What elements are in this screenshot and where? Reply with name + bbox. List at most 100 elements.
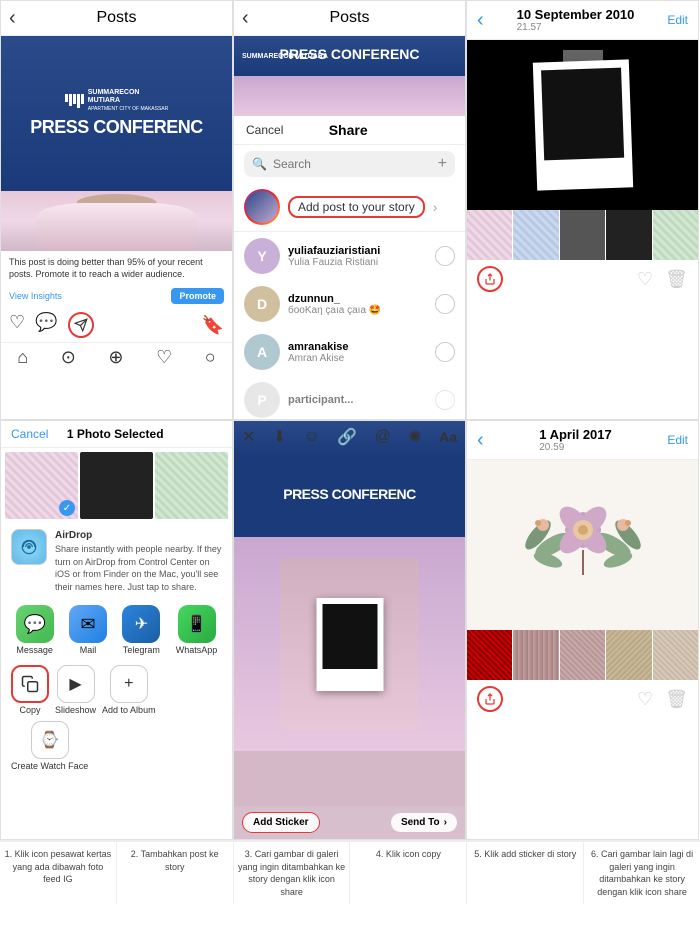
add-sticker-button[interactable]: Add Sticker (242, 812, 320, 833)
flower-illustration (523, 495, 643, 595)
caption-row: 1. Klik icon pesawat kertas yang ada dib… (0, 840, 700, 904)
story-conf-text: PRESS CONFERENC (283, 486, 416, 502)
post-image: SUMMARECONMUTIARAAPARTMENT CITY OF MAKAS… (1, 36, 232, 191)
send-to-button[interactable]: Send To › (391, 813, 457, 832)
heart-icon-panel3[interactable]: ♡ (637, 269, 653, 290)
trash-icon-panel3[interactable]: 🗑 (665, 269, 688, 290)
user-avatar-3: P (244, 382, 280, 418)
app-whatsapp[interactable]: 📱 WhatsApp (176, 605, 218, 655)
comment-icon[interactable]: 💬 (35, 312, 57, 338)
airdrop-row: AirDrop Share instantly with people near… (1, 523, 232, 599)
close-icon-story[interactable]: ✕ (242, 427, 255, 447)
share-bar: Cancel Share (234, 116, 465, 145)
airdrop-desc: Share instantly with people nearby. If t… (55, 544, 221, 592)
bookmark-icon[interactable]: 🔖 (202, 315, 224, 336)
panel6-thumb-5[interactable] (653, 630, 698, 680)
panel6-thumb-3[interactable] (560, 630, 605, 680)
search-row[interactable]: 🔍 + (244, 151, 455, 177)
panel3-date-sub: 21.57 (517, 22, 635, 33)
airdrop-icon (11, 529, 47, 565)
logo-bar (65, 94, 68, 102)
slideshow-item[interactable]: ▶ Slideshow (55, 665, 96, 715)
panel6-thumb-4[interactable] (606, 630, 651, 680)
add-icon[interactable]: ⊕ (108, 347, 123, 368)
thumbnail-5[interactable] (653, 210, 698, 260)
panel6-thumb-2[interactable] (513, 630, 558, 680)
back-icon-panel3[interactable]: ‹ (477, 9, 484, 32)
cancel-button-panel2[interactable]: Cancel (246, 123, 283, 137)
share-circle-icon-panel6[interactable] (477, 686, 503, 712)
search-nav-icon[interactable]: ⊙ (61, 347, 76, 368)
user-check-3[interactable] (435, 390, 455, 410)
user-info-1: dzunnun_ бооKaη çaıa çaıa 🤩 (288, 293, 427, 316)
share-icon[interactable] (68, 312, 94, 338)
app-message[interactable]: 💬 Message (16, 605, 54, 655)
search-input[interactable] (273, 157, 432, 171)
text-aa-icon[interactable]: Aa (439, 429, 457, 445)
photo-item-2[interactable] (80, 452, 153, 519)
panel6-thumb-1[interactable] (467, 630, 512, 680)
back-icon-panel1[interactable]: ‹ (9, 7, 16, 30)
app-telegram[interactable]: ✈ Telegram (122, 605, 160, 655)
message-app-icon[interactable]: 💬 (16, 605, 54, 643)
user-check-2[interactable] (435, 342, 455, 362)
panel3-header: ‹ 10 September 2010 21.57 Edit (467, 1, 698, 40)
promote-button[interactable]: Promote (171, 288, 224, 304)
add-story-row[interactable]: Add post to your story › (234, 183, 465, 232)
gif-icon-story[interactable]: ✺ (408, 427, 421, 447)
copy-icon[interactable] (11, 665, 49, 703)
profile-icon[interactable]: ○ (205, 347, 216, 368)
photo-item-1[interactable] (5, 452, 78, 519)
thumbnail-4[interactable] (606, 210, 651, 260)
user-check-0[interactable] (435, 246, 455, 266)
view-insights-link[interactable]: View Insights (9, 291, 62, 301)
photo-frame-inner (541, 68, 624, 161)
edit-button-panel6[interactable]: Edit (667, 433, 688, 447)
trash-icon-panel6[interactable]: 🗑 (665, 689, 688, 710)
add-icon-search[interactable]: + (438, 155, 447, 173)
user-sub-2: Amran Akise (288, 353, 427, 364)
bottom-actions-row: Copy ▶ Slideshow + Add to Album ⌚ Create… (1, 661, 232, 777)
album-item[interactable]: + Add to Album (102, 665, 156, 715)
like-nav-icon[interactable]: ♡ (156, 347, 172, 368)
heart-icon-panel6[interactable]: ♡ (637, 689, 653, 710)
panel-gallery-1: ‹ 10 September 2010 21.57 Edit ♡ 🗑 (466, 0, 699, 420)
whatsapp-app-icon[interactable]: 📱 (178, 605, 216, 643)
app-mail[interactable]: ✉ Mail (69, 605, 107, 655)
story-bg-image: PRESS CONFERENC (234, 421, 465, 751)
cancel-button-panel4[interactable]: Cancel (11, 427, 48, 441)
panel-airdrop: Cancel 1 Photo Selected AirDrop Share in… (0, 420, 233, 840)
home-icon[interactable]: ⌂ (17, 347, 28, 368)
link-icon-story[interactable]: 🔗 (337, 427, 357, 447)
panel6-date-sub: 20.59 (539, 442, 612, 453)
panel2-header: ‹ Posts (234, 1, 465, 36)
copy-item[interactable]: Copy (11, 665, 49, 715)
telegram-app-icon[interactable]: ✈ (122, 605, 160, 643)
mention-icon-story[interactable]: @ (375, 428, 391, 446)
emoji-icon-story[interactable]: ☺ (304, 428, 320, 446)
user-name-2: amranakise (288, 341, 427, 353)
flower-display-area (467, 460, 698, 630)
share-circle-icon[interactable] (477, 266, 503, 292)
share-title: Share (329, 122, 368, 138)
back-icon-panel2[interactable]: ‹ (242, 7, 249, 30)
user-check-1[interactable] (435, 294, 455, 314)
watchface-item[interactable]: ⌚ Create Watch Face (11, 721, 88, 771)
album-icon[interactable]: + (110, 665, 148, 703)
edit-button-panel3[interactable]: Edit (667, 13, 688, 27)
slideshow-icon[interactable]: ▶ (57, 665, 95, 703)
airdrop-text: AirDrop Share instantly with people near… (55, 529, 222, 593)
thumbnail-3[interactable] (560, 210, 605, 260)
watchface-icon[interactable]: ⌚ (31, 721, 69, 759)
thumbnail-2[interactable] (513, 210, 558, 260)
panel6-date-title: 1 April 2017 (539, 427, 612, 442)
caption-1: 1. Klik icon pesawat kertas yang ada dib… (0, 841, 117, 904)
mail-app-icon[interactable]: ✉ (69, 605, 107, 643)
app-grid: 💬 Message ✉ Mail ✈ Telegram 📱 WhatsApp (1, 599, 232, 661)
download-icon-story[interactable]: ⬇ (273, 427, 286, 447)
photo-item-3[interactable] (155, 452, 228, 519)
heart-icon[interactable]: ♡ (9, 312, 25, 338)
back-icon-panel6[interactable]: ‹ (477, 429, 484, 452)
chevron-icon: › (433, 199, 438, 215)
thumbnail-1[interactable] (467, 210, 512, 260)
